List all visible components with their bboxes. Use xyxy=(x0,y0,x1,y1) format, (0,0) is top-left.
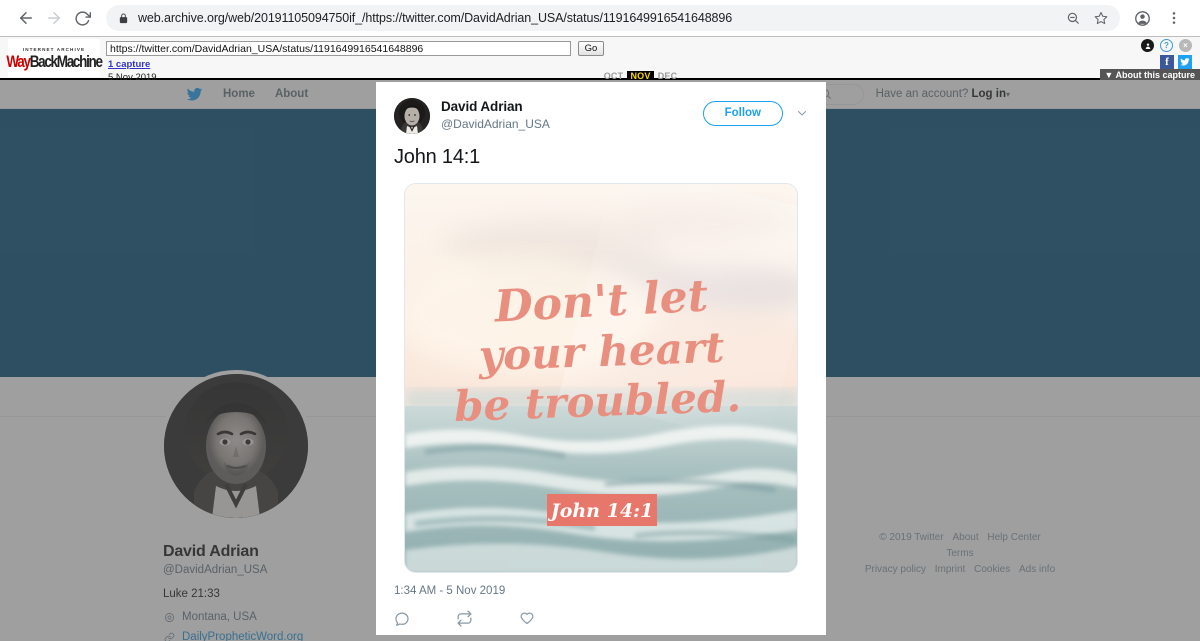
chevron-down-icon[interactable] xyxy=(796,107,808,122)
close-icon[interactable]: × xyxy=(1179,39,1192,52)
wayback-machine-toolbar: By using Twitter's services you agree to… xyxy=(0,36,1200,80)
tweet-action-bar xyxy=(376,597,826,627)
tweet-detail-modal: David Adrian @DavidAdrian_USA Follow Joh… xyxy=(376,82,826,635)
wayback-wordmark: WayBackMachine xyxy=(6,51,103,71)
screenshot-root: web.archive.org/web/20191105094750if_/ht… xyxy=(0,0,1200,641)
back-arrow-icon[interactable] xyxy=(12,4,40,32)
share-icon[interactable] xyxy=(1141,39,1154,52)
lock-icon xyxy=(118,12,129,24)
quote-line-2: your heart xyxy=(477,323,725,381)
address-bar-url: web.archive.org/web/20191105094750if_/ht… xyxy=(138,11,733,25)
captures-count-link[interactable]: 1 capture xyxy=(108,59,150,70)
wayback-url-input[interactable]: https://twitter.com/DavidAdrian_USA/stat… xyxy=(106,41,571,56)
tweet-author-names: David Adrian @DavidAdrian_USA xyxy=(441,98,703,132)
tweet-media-image[interactable]: Don't let your heart be troubled. John 1… xyxy=(404,183,798,573)
browser-toolbar: web.archive.org/web/20191105094750if_/ht… xyxy=(0,0,1200,36)
tweet-header: David Adrian @DavidAdrian_USA Follow xyxy=(376,82,826,134)
browser-right-controls xyxy=(1128,4,1188,32)
address-bar[interactable]: web.archive.org/web/20191105094750if_/ht… xyxy=(106,5,1120,31)
wayback-icon-row: ? × xyxy=(1141,39,1192,52)
quote-line-3: be troubled. xyxy=(453,372,741,431)
scripture-badge-label: John 14:1 xyxy=(548,500,654,522)
facebook-icon[interactable]: f xyxy=(1160,55,1174,69)
about-caret-icon: ▼ xyxy=(1104,70,1114,80)
tweet-author-avatar[interactable] xyxy=(394,98,430,134)
wayback-go-button[interactable]: Go xyxy=(578,41,604,56)
retweet-icon[interactable] xyxy=(456,610,473,627)
heart-icon[interactable] xyxy=(519,610,535,627)
scripture-quote-photo: Don't let your heart be troubled. John 1… xyxy=(405,184,797,572)
month-next[interactable]: DEC xyxy=(654,71,681,80)
three-dot-menu-icon[interactable] xyxy=(1160,4,1188,32)
about-this-capture-button[interactable]: ▼ About this capture xyxy=(1100,69,1200,80)
month-row: OCT NOV DEC xyxy=(600,71,692,80)
capture-date-label: 5 Nov 2019 xyxy=(108,72,157,80)
tweet-text: John 14:1 xyxy=(394,146,481,168)
user-avatar-photo xyxy=(394,98,430,134)
help-icon[interactable]: ? xyxy=(1160,39,1173,52)
tweet-timestamp[interactable]: 1:34 AM - 5 Nov 2019 xyxy=(376,573,826,597)
wayback-machine-logo[interactable]: INTERNET ARCHIVE WayBackMachine xyxy=(6,39,103,77)
reply-icon[interactable] xyxy=(394,610,410,627)
month-current: NOV xyxy=(627,71,654,80)
wayback-date-selector[interactable]: OCT NOV DEC ◀ 05 ▶ 2018 2019 2020 xyxy=(600,71,692,80)
follow-button[interactable]: Follow xyxy=(702,101,783,126)
star-icon[interactable] xyxy=(1094,11,1108,25)
about-this-capture-label: About this capture xyxy=(1115,70,1195,80)
month-prev[interactable]: OCT xyxy=(600,71,627,80)
wayback-social-icons: f xyxy=(1160,55,1192,69)
zoom-out-icon[interactable] xyxy=(1066,11,1080,25)
forward-arrow-icon[interactable] xyxy=(40,4,68,32)
reload-icon[interactable] xyxy=(68,4,96,32)
account-avatar-icon[interactable] xyxy=(1128,4,1156,32)
tweet-author-handle[interactable]: @DavidAdrian_USA xyxy=(441,116,703,132)
wayback-captures-info: 1 capture 5 Nov 2019 xyxy=(108,59,157,80)
tweet-author-name[interactable]: David Adrian xyxy=(441,99,703,115)
twitter-bird-icon[interactable] xyxy=(1178,55,1192,69)
